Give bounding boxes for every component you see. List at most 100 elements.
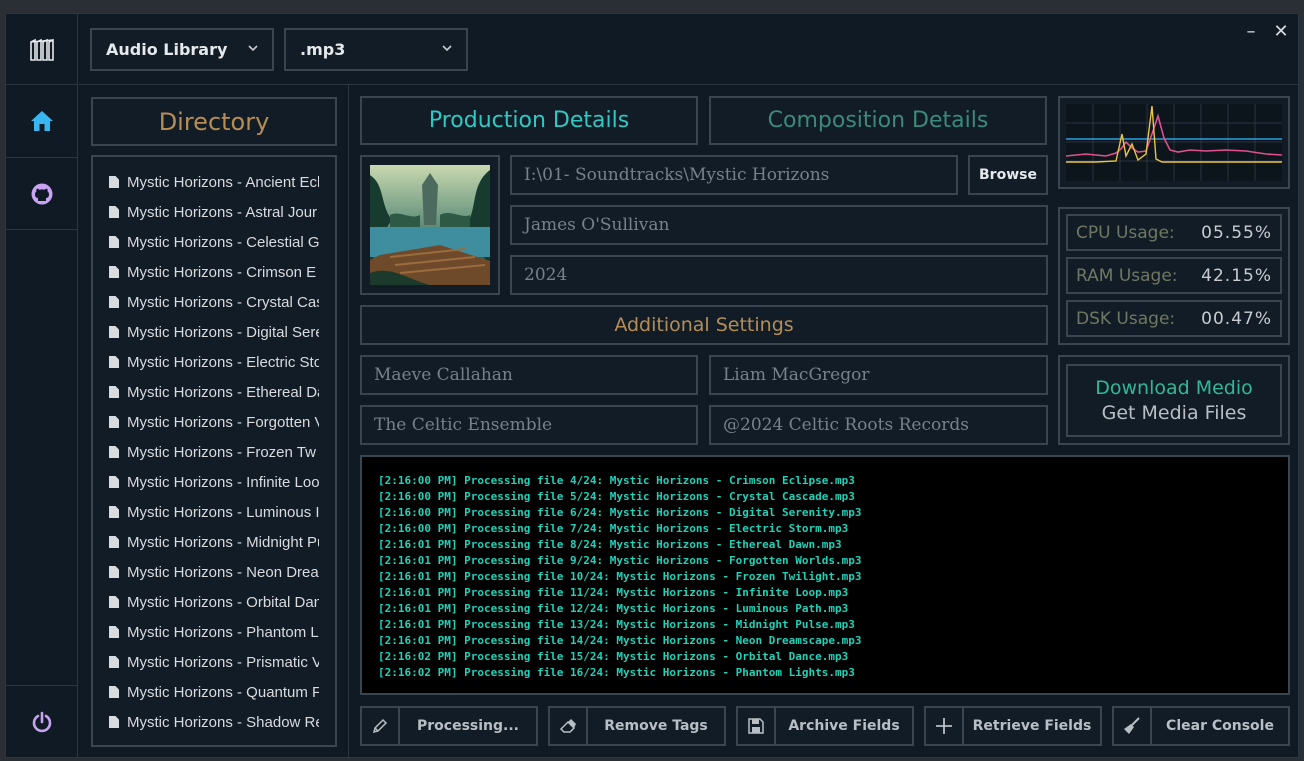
- file-icon: [109, 446, 119, 458]
- directory-file-item[interactable]: Mystic Horizons - Ethereal Da: [109, 382, 319, 402]
- nav-rail: [6, 14, 78, 757]
- artist-field-value: James O'Sullivan: [524, 215, 670, 235]
- console-line: [2:16:01 PM] Processing file 8/24: Mysti…: [378, 538, 842, 551]
- directory-file-label: Mystic Horizons - Orbital Dan: [127, 593, 319, 611]
- nav-github-button[interactable]: [6, 158, 78, 230]
- nav-home-button[interactable]: [6, 85, 78, 158]
- directory-file-label: Mystic Horizons - Ancient Ecl: [127, 173, 319, 191]
- eraser-icon: [559, 719, 576, 733]
- directory-file-label: Mystic Horizons - Frozen Tw: [127, 443, 316, 461]
- chevron-down-icon: [442, 45, 452, 52]
- browse-button[interactable]: Browse: [968, 155, 1048, 195]
- power-icon: [32, 711, 52, 732]
- additional-field-1[interactable]: Maeve Callahan: [360, 355, 698, 395]
- cpu-usage-label: CPU Usage:: [1076, 222, 1175, 243]
- clear-console-label: Clear Console: [1166, 718, 1274, 734]
- library-select-value: Audio Library: [106, 40, 228, 59]
- plus-icon: [936, 718, 952, 734]
- console-line: [2:16:01 PM] Processing file 14/24: Myst…: [378, 634, 862, 647]
- console-output[interactable]: [2:16:00 PM] Processing file 4/24: Mysti…: [360, 455, 1290, 695]
- download-media-button[interactable]: Download Medio Get Media Files: [1066, 364, 1282, 437]
- console-line: [2:16:00 PM] Processing file 5/24: Mysti…: [378, 490, 855, 503]
- artist-field[interactable]: James O'Sullivan: [510, 205, 1048, 245]
- directory-file-item[interactable]: Mystic Horizons - Midnight Pu: [109, 532, 319, 552]
- retrieve-fields-button[interactable]: Retrieve Fields: [924, 706, 1102, 746]
- file-icon: [109, 386, 119, 398]
- directory-file-item[interactable]: Mystic Horizons - Phantom L: [109, 622, 319, 642]
- library-select[interactable]: Audio Library: [90, 28, 274, 71]
- power-button[interactable]: [6, 685, 78, 757]
- directory-file-label: Mystic Horizons - Celestial G: [127, 233, 319, 251]
- album-art-frame[interactable]: [360, 155, 500, 295]
- file-icon: [109, 326, 119, 338]
- format-select[interactable]: .mp3: [284, 28, 468, 71]
- archive-fields-button[interactable]: Archive Fields: [736, 706, 914, 746]
- processing-button[interactable]: Processing...: [360, 706, 538, 746]
- console-line: [2:16:00 PM] Processing file 7/24: Mysti…: [378, 522, 849, 535]
- ram-usage-row: RAM Usage: 42.15%: [1066, 257, 1282, 294]
- tab-production-details[interactable]: Production Details: [360, 96, 698, 145]
- directory-file-item[interactable]: Mystic Horizons - Astral Jour: [109, 202, 319, 222]
- directory-file-label: Mystic Horizons - Prismatic V: [127, 653, 319, 671]
- directory-panel: Directory Mystic Horizons - Ancient Ecl M…: [79, 85, 349, 757]
- directory-file-label: Mystic Horizons - Midnight Pu: [127, 533, 319, 551]
- file-icon: [109, 416, 119, 428]
- directory-file-item[interactable]: Mystic Horizons - Crystal Cas: [109, 292, 319, 312]
- dsk-usage-value: 00.47%: [1201, 308, 1272, 329]
- additional-field-4-value: @2024 Celtic Roots Records: [723, 415, 969, 435]
- download-title: Download Medio: [1095, 376, 1253, 399]
- file-icon: [109, 596, 119, 608]
- additional-field-4[interactable]: @2024 Celtic Roots Records: [709, 405, 1048, 445]
- file-icon: [109, 266, 119, 278]
- close-icon: ✕: [1273, 20, 1289, 42]
- additional-settings-header[interactable]: Additional Settings: [360, 305, 1048, 345]
- pencil-icon: [372, 718, 388, 734]
- console-line: [2:16:00 PM] Processing file 6/24: Mysti…: [378, 506, 862, 519]
- minimize-icon: –: [1246, 20, 1256, 42]
- processing-label: Processing...: [417, 718, 519, 734]
- directory-file-item[interactable]: Mystic Horizons - Luminous I: [109, 502, 319, 522]
- additional-field-1-value: Maeve Callahan: [374, 365, 513, 385]
- directory-file-item[interactable]: Mystic Horizons - Orbital Dan: [109, 592, 319, 612]
- directory-file-item[interactable]: Mystic Horizons - Ancient Ecl: [109, 172, 319, 192]
- file-icon: [109, 506, 119, 518]
- directory-file-label: Mystic Horizons - Phantom L: [127, 623, 319, 641]
- dsk-usage-label: DSK Usage:: [1076, 308, 1176, 329]
- directory-file-item[interactable]: Mystic Horizons - Infinite Loo: [109, 472, 319, 492]
- directory-file-item[interactable]: Mystic Horizons - Frozen Tw: [109, 442, 319, 462]
- directory-list[interactable]: Mystic Horizons - Ancient Ecl Mystic Hori…: [91, 155, 337, 747]
- directory-file-item[interactable]: Mystic Horizons - Quantum F: [109, 682, 319, 702]
- file-icon: [109, 356, 119, 368]
- minimize-button[interactable]: –: [1240, 20, 1262, 42]
- logo: [6, 14, 78, 85]
- directory-file-item[interactable]: Mystic Horizons - Electric Sto: [109, 352, 319, 372]
- directory-file-item[interactable]: Mystic Horizons - Shadow Re: [109, 712, 319, 732]
- directory-file-label: Mystic Horizons - Astral Jour: [127, 203, 318, 221]
- directory-file-item[interactable]: Mystic Horizons - Forgotten V: [109, 412, 319, 432]
- directory-file-item[interactable]: Mystic Horizons - Neon Drea: [109, 562, 319, 582]
- directory-title: Directory: [91, 97, 337, 146]
- tab-composition-details[interactable]: Composition Details: [709, 96, 1047, 145]
- console-line: [2:16:01 PM] Processing file 10/24: Myst…: [378, 570, 862, 583]
- album-art-image: [370, 165, 490, 285]
- file-icon: [109, 296, 119, 308]
- directory-file-item[interactable]: Mystic Horizons - Digital Sere: [109, 322, 319, 342]
- additional-field-2[interactable]: Liam MacGregor: [709, 355, 1048, 395]
- close-button[interactable]: ✕: [1270, 20, 1292, 42]
- console-line: [2:16:01 PM] Processing file 13/24: Myst…: [378, 618, 855, 631]
- archive-fields-label: Archive Fields: [788, 718, 900, 734]
- file-icon: [109, 206, 119, 218]
- directory-file-item[interactable]: Mystic Horizons - Prismatic V: [109, 652, 319, 672]
- additional-field-2-value: Liam MacGregor: [723, 365, 870, 385]
- remove-tags-button[interactable]: Remove Tags: [548, 706, 726, 746]
- dsk-usage-row: DSK Usage: 00.47%: [1066, 300, 1282, 337]
- directory-file-item[interactable]: Mystic Horizons - Crimson E: [109, 262, 319, 282]
- additional-field-3[interactable]: The Celtic Ensemble: [360, 405, 698, 445]
- directory-file-label: Mystic Horizons - Infinite Loo: [127, 473, 319, 491]
- additional-settings-title: Additional Settings: [614, 314, 794, 336]
- directory-file-item[interactable]: Mystic Horizons - Celestial G: [109, 232, 319, 252]
- path-field[interactable]: I:\01- Soundtracks\Mystic Horizons: [510, 155, 958, 195]
- tab-composition-label: Composition Details: [767, 108, 989, 133]
- year-field[interactable]: 2024: [510, 255, 1048, 295]
- clear-console-button[interactable]: Clear Console: [1112, 706, 1290, 746]
